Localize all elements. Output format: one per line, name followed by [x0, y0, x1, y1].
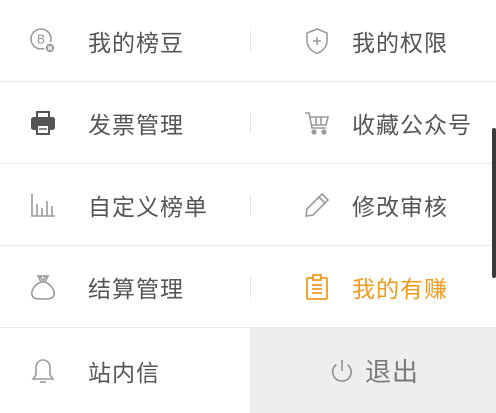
menu-item-my-permissions[interactable]: 我的权限 [250, 0, 496, 81]
logout-button[interactable]: 退出 [250, 328, 496, 413]
clipboard-icon [302, 272, 332, 302]
cart-icon [302, 108, 332, 138]
svg-text:B: B [37, 32, 45, 46]
menu-item-modify-review[interactable]: 修改审核 [250, 164, 496, 245]
menu-item-label: 发票管理 [88, 112, 184, 139]
menu-item-my-beans[interactable]: B 我的榜豆 [0, 0, 250, 81]
menu-item-label: 收藏公众号 [352, 112, 472, 139]
menu-item-invoice-management[interactable]: 发票管理 [0, 82, 250, 163]
account-menu: B 我的榜豆 我的权限 发票管理 收藏公众号 自定义榜单 修改审核 结算管理 我… [0, 0, 496, 413]
logout-label: 退出 [364, 358, 419, 388]
menu-item-custom-ranking[interactable]: 自定义榜单 [0, 164, 250, 245]
menu-item-label: 我的榜豆 [88, 30, 184, 57]
menu-item-label: 我的有赚 [352, 276, 448, 303]
menu-item-settlement-management[interactable]: 结算管理 [0, 246, 250, 327]
menu-item-label: 站内信 [88, 360, 160, 387]
menu-item-my-earnings[interactable]: 我的有赚 [250, 246, 496, 327]
shield-plus-icon [302, 26, 332, 56]
coin-icon: B [28, 26, 58, 56]
menu-row: 结算管理 我的有赚 [0, 246, 496, 328]
menu-item-label: 修改审核 [352, 194, 448, 221]
menu-row: 站内信 退出 [0, 328, 496, 413]
bell-icon [28, 356, 58, 386]
bar-chart-icon [28, 190, 58, 220]
power-icon [327, 356, 357, 386]
menu-row: 发票管理 收藏公众号 [0, 82, 496, 164]
scrollbar[interactable] [492, 128, 496, 278]
menu-item-favorite-accounts[interactable]: 收藏公众号 [250, 82, 496, 163]
menu-row: B 我的榜豆 我的权限 [0, 0, 496, 82]
printer-icon [28, 108, 58, 138]
menu-item-label: 我的权限 [352, 30, 448, 57]
menu-item-label: 结算管理 [88, 276, 184, 303]
menu-item-messages[interactable]: 站内信 [0, 328, 250, 413]
menu-item-label: 自定义榜单 [88, 194, 208, 221]
money-bag-icon [28, 272, 58, 302]
pencil-icon [302, 190, 332, 220]
menu-row: 自定义榜单 修改审核 [0, 164, 496, 246]
